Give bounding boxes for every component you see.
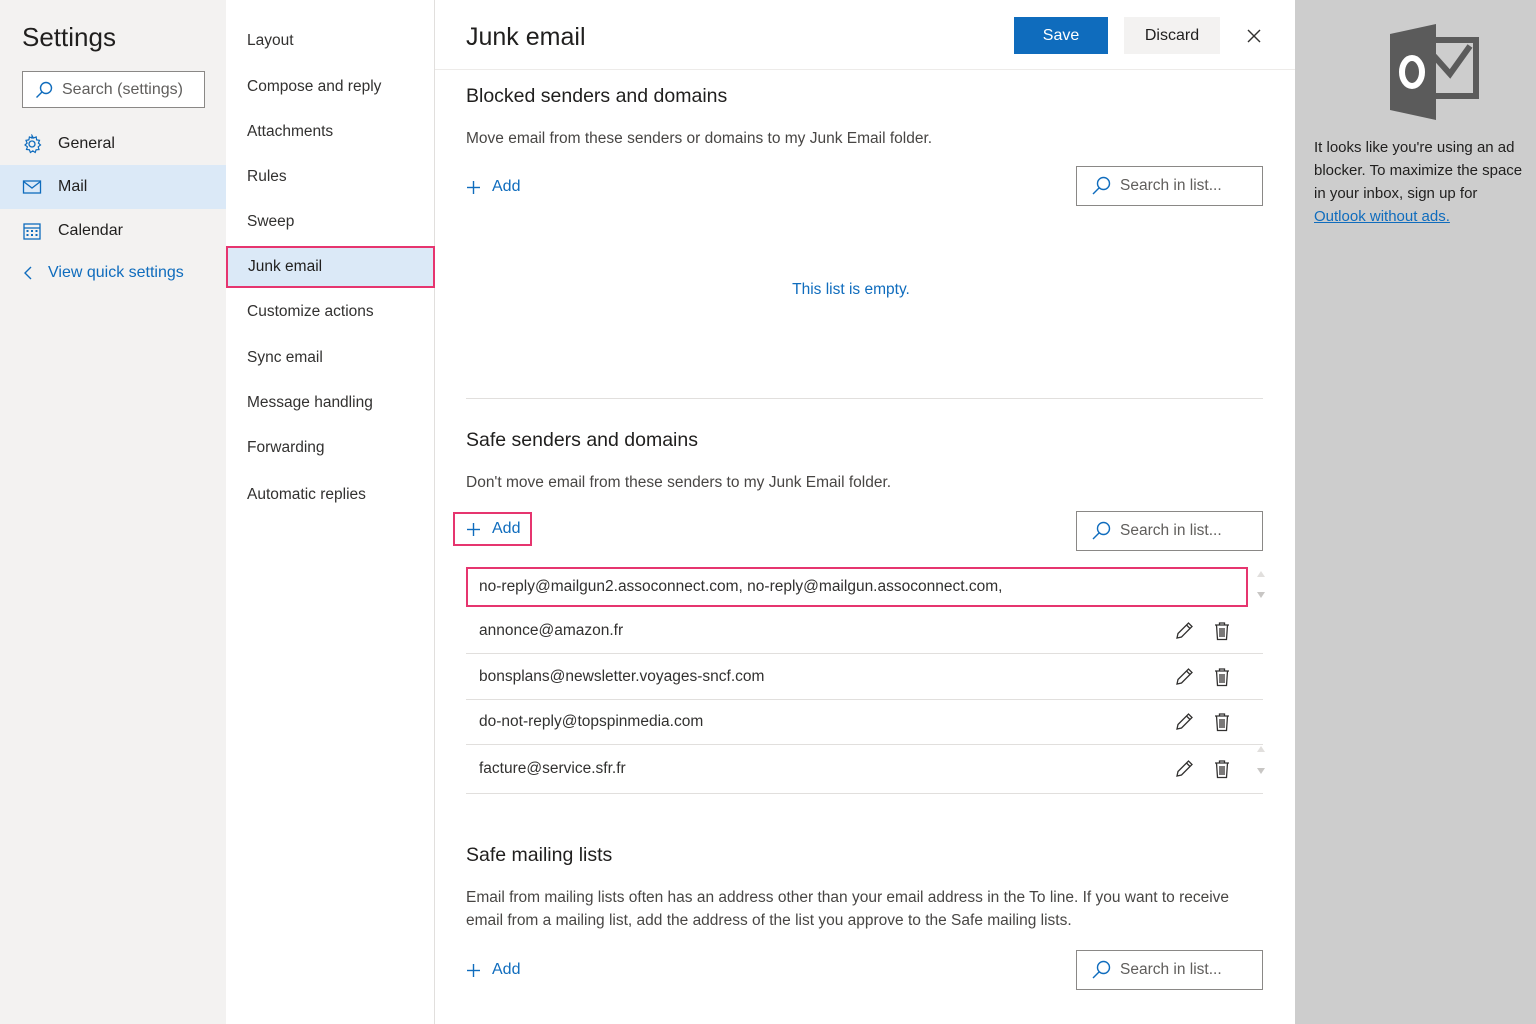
nav-label-mail: Mail [58, 178, 88, 195]
nav-label-general: General [58, 135, 115, 152]
search-icon [1092, 960, 1111, 979]
table-row: facture@service.sfr.fr [466, 745, 1263, 794]
edit-pencil-icon[interactable] [1173, 666, 1195, 688]
category-attachments[interactable]: Attachments [226, 112, 435, 152]
category-automatic-replies[interactable]: Automatic replies [226, 475, 435, 515]
ad-blocker-message: It looks like you're using an ad blocker… [1314, 136, 1529, 228]
view-quick-settings-link[interactable]: View quick settings [22, 264, 184, 282]
calendar-icon [23, 223, 41, 240]
category-sweep[interactable]: Sweep [226, 202, 435, 242]
settings-search-input[interactable]: Search (settings) [22, 71, 205, 108]
mail-categories: Layout Compose and reply Attachments Rul… [226, 0, 435, 1024]
sender-address: facture@service.sfr.fr [479, 760, 626, 777]
blocked-senders-title: Blocked senders and domains [466, 85, 728, 107]
sender-address: do-not-reply@topspinmedia.com [479, 712, 704, 730]
blocked-add-button[interactable]: Add [466, 178, 520, 196]
plus-icon [467, 522, 480, 536]
discard-button[interactable]: Discard [1124, 17, 1220, 54]
category-message-handling[interactable]: Message handling [226, 383, 435, 423]
safe-senders-title: Safe senders and domains [466, 429, 698, 451]
mail-icon [22, 180, 42, 194]
safe-senders-search-placeholder: Search in list... [1120, 522, 1222, 539]
category-sync-email[interactable]: Sync email [226, 338, 435, 378]
section-divider [466, 398, 1263, 399]
nav-item-general[interactable]: General [0, 122, 226, 166]
safe-mailing-search-placeholder: Search in list... [1120, 961, 1222, 978]
ad-blocker-text: It looks like you're using an ad blocker… [1314, 139, 1523, 202]
close-icon[interactable] [1244, 26, 1264, 46]
settings-search-placeholder: Search (settings) [62, 80, 183, 98]
safe-senders-description: Don't move email from these senders to m… [466, 474, 892, 491]
chevron-left-icon [24, 266, 32, 280]
category-compose-and-reply[interactable]: Compose and reply [226, 67, 435, 107]
search-icon [36, 81, 53, 98]
category-rules[interactable]: Rules [226, 157, 435, 197]
trash-icon[interactable] [1211, 711, 1233, 733]
safe-senders-search-input[interactable]: Search in list... [1076, 511, 1263, 551]
sender-address: bonsplans@newsletter.voyages-sncf.com [479, 667, 765, 685]
settings-sidebar: Settings Search (settings) General Mail … [0, 0, 226, 1024]
blocked-search-input[interactable]: Search in list... [1076, 166, 1263, 206]
category-forwarding[interactable]: Forwarding [226, 428, 435, 468]
panel-header: Junk email Save Discard [435, 0, 1295, 70]
view-quick-settings-label: View quick settings [48, 264, 184, 281]
scroll-up-icon[interactable] [1256, 745, 1266, 753]
safe-mailing-title: Safe mailing lists [466, 844, 613, 866]
scroll-down-icon[interactable] [1256, 591, 1266, 599]
plus-icon [467, 963, 480, 977]
save-button[interactable]: Save [1014, 17, 1108, 54]
edit-pencil-icon[interactable] [1173, 620, 1195, 642]
safe-senders-add-label: Add [492, 520, 521, 537]
safe-mailing-add-button[interactable]: Add [466, 961, 520, 979]
scroll-down-icon[interactable] [1256, 767, 1266, 775]
settings-title: Settings [22, 22, 116, 52]
category-customize-actions[interactable]: Customize actions [226, 292, 435, 332]
blocked-senders-description: Move email from these senders or domains… [466, 130, 933, 147]
nav-item-mail[interactable]: Mail [0, 165, 226, 209]
gear-icon [24, 134, 42, 154]
sender-address: annonce@amazon.fr [479, 621, 624, 639]
page-title: Junk email [466, 23, 586, 51]
safe-senders-entry-input[interactable]: no-reply@mailgun2.assoconnect.com, no-re… [466, 567, 1248, 607]
trash-icon[interactable] [1211, 666, 1233, 688]
safe-senders-entry-value: no-reply@mailgun2.assoconnect.com, no-re… [479, 578, 1003, 595]
edit-pencil-icon[interactable] [1173, 711, 1195, 733]
table-row: annonce@amazon.fr [466, 608, 1263, 654]
blocked-add-label: Add [492, 178, 521, 195]
outlook-without-ads-link[interactable]: Outlook without ads. [1314, 208, 1450, 225]
table-row: bonsplans@newsletter.voyages-sncf.com [466, 654, 1263, 700]
trash-icon[interactable] [1211, 758, 1233, 780]
category-junk-email[interactable]: Junk email [226, 246, 435, 288]
junk-email-panel: Junk email Save Discard Blocked senders … [435, 0, 1295, 1024]
safe-mailing-add-label: Add [492, 961, 521, 978]
safe-senders-add-button[interactable]: Add [452, 512, 533, 546]
table-row: do-not-reply@topspinmedia.com [466, 699, 1263, 745]
search-icon [1092, 176, 1111, 195]
category-layout[interactable]: Layout [226, 21, 435, 61]
blocked-empty-message: This list is empty. [792, 281, 910, 298]
safe-mailing-search-input[interactable]: Search in list... [1076, 950, 1263, 990]
scroll-up-icon[interactable] [1256, 570, 1266, 578]
blocked-search-placeholder: Search in list... [1120, 177, 1222, 194]
trash-icon[interactable] [1211, 620, 1233, 642]
outlook-logo-icon [1390, 24, 1479, 120]
safe-mailing-description: Email from mailing lists often has an ad… [466, 889, 1230, 929]
search-icon [1092, 521, 1111, 540]
nav-item-calendar[interactable]: Calendar [0, 209, 226, 253]
nav-label-calendar: Calendar [58, 222, 123, 239]
edit-pencil-icon[interactable] [1173, 758, 1195, 780]
plus-icon [467, 180, 480, 194]
